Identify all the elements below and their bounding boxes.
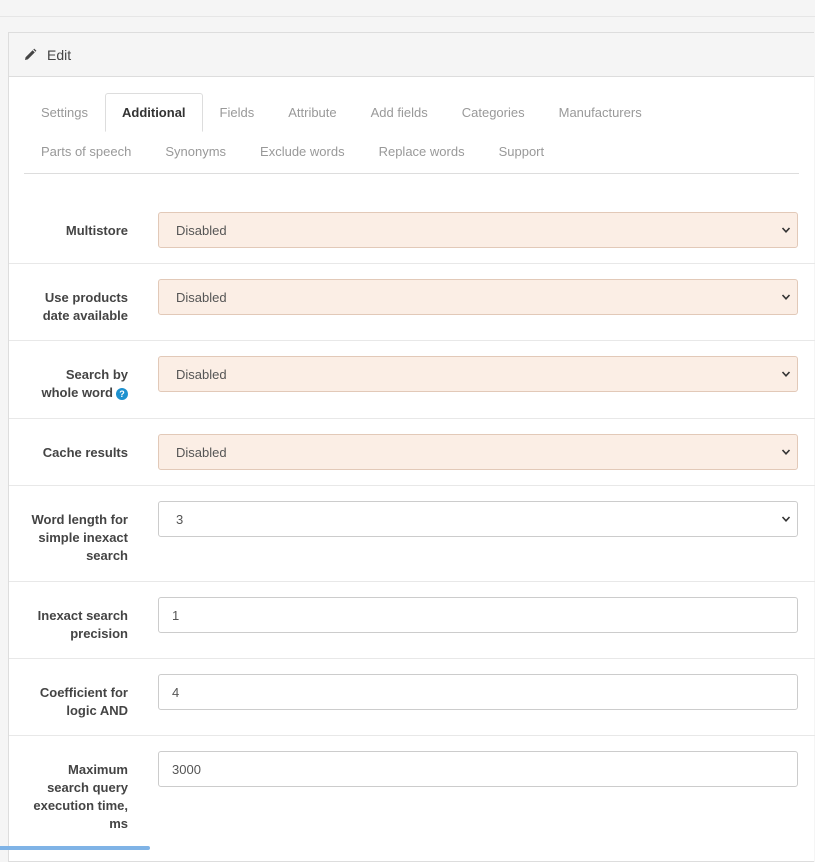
label-line: search query (47, 780, 128, 795)
label-line: search (86, 548, 128, 563)
coef-and-input[interactable]: 4 (158, 674, 798, 710)
coef-and-label: Coefficient for logic AND (19, 684, 128, 720)
use-products-date-value: Disabled (176, 289, 227, 305)
cache-results-value: Disabled (176, 444, 227, 460)
tab-categories[interactable]: Categories (445, 93, 542, 132)
tab-synonyms[interactable]: Synonyms (148, 132, 243, 171)
use-products-date-select[interactable]: Disabled (158, 279, 798, 315)
label-line: Maximum (68, 762, 128, 777)
chevron-down-icon (781, 449, 791, 455)
panel-title: Edit (47, 46, 72, 63)
tab-replace-words[interactable]: Replace words (362, 132, 482, 171)
tab-add-fields[interactable]: Add fields (354, 93, 445, 132)
word-length-label: Word length for simple inexact search (19, 511, 128, 565)
form-row-search-whole-word: Search by whole word? Disabled (9, 341, 815, 419)
label-line: execution time, (33, 798, 128, 813)
label-line: Coefficient for (39, 685, 128, 700)
form-row-inexact-precision: Inexact search precision 1 (9, 582, 815, 659)
tab-attribute[interactable]: Attribute (271, 93, 353, 132)
tab-additional[interactable]: Additional (104, 93, 203, 132)
loading-bar (0, 846, 150, 850)
tab-row-2: Parts of speech Synonyms Exclude words R… (24, 132, 561, 171)
label-line: Use products (44, 290, 128, 305)
use-products-date-label: Use products date available (19, 289, 128, 325)
settings-form: Multistore Disabled Use products date av… (9, 197, 815, 856)
tab-manufacturers[interactable]: Manufacturers (542, 93, 659, 132)
label-line: Word length for (31, 512, 128, 527)
label-line: Inexact search (37, 608, 128, 623)
tab-settings[interactable]: Settings (24, 93, 105, 132)
multistore-value: Disabled (176, 222, 227, 238)
cache-results-select[interactable]: Disabled (158, 434, 798, 470)
cache-results-label: Cache results (42, 445, 128, 460)
inexact-precision-value: 1 (172, 607, 180, 623)
label-line: ms (109, 816, 128, 831)
chevron-down-icon (781, 227, 791, 233)
inexact-precision-label: Inexact search precision (19, 607, 128, 643)
coef-and-value: 4 (172, 684, 180, 700)
max-time-label: Maximum search query execution time, ms (19, 761, 128, 833)
tab-fields[interactable]: Fields (203, 93, 272, 132)
pencil-icon (23, 47, 39, 63)
tab-row-1: Settings Additional Fields Attribute Add… (24, 93, 659, 132)
max-time-input[interactable]: 3000 (158, 751, 798, 787)
search-whole-word-value: Disabled (176, 366, 227, 382)
label-line: simple inexact (38, 530, 128, 545)
label-line: logic AND (66, 703, 128, 718)
label-text: whole word (41, 385, 114, 400)
form-row-use-products-date: Use products date available Disabled (9, 264, 815, 341)
tab-bar: Settings Additional Fields Attribute Add… (24, 93, 799, 174)
question-circle-icon[interactable]: ? (116, 387, 128, 400)
chevron-down-icon (781, 371, 791, 377)
edit-panel: Edit Settings Additional Fields Attribut… (8, 32, 815, 862)
form-row-coef-and: Coefficient for logic AND 4 (9, 659, 815, 736)
tab-exclude-words[interactable]: Exclude words (243, 132, 362, 171)
top-divider (0, 16, 815, 17)
form-row-max-time: Maximum search query execution time, ms … (9, 736, 815, 856)
form-row-multistore: Multistore Disabled (9, 197, 815, 264)
label-line: precision (70, 626, 128, 641)
inexact-precision-input[interactable]: 1 (158, 597, 798, 633)
word-length-value: 3 (176, 511, 184, 527)
chevron-down-icon (781, 294, 791, 300)
search-whole-word-select[interactable]: Disabled (158, 356, 798, 392)
panel-heading: Edit (9, 33, 814, 77)
search-whole-word-label: Search by whole word? (19, 366, 128, 402)
label-line: whole word? (19, 384, 128, 402)
chevron-down-icon (781, 516, 791, 522)
label-line: date available (42, 308, 128, 323)
max-time-value: 3000 (172, 761, 201, 777)
tab-parts-of-speech[interactable]: Parts of speech (24, 132, 148, 171)
form-row-word-length: Word length for simple inexact search 3 (9, 486, 815, 582)
form-row-cache-results: Cache results Disabled (9, 419, 815, 486)
word-length-select[interactable]: 3 (158, 501, 798, 537)
multistore-select[interactable]: Disabled (158, 212, 798, 248)
label-line: Search by (65, 367, 128, 382)
tab-support[interactable]: Support (482, 132, 562, 171)
multistore-label: Multistore (65, 223, 128, 238)
